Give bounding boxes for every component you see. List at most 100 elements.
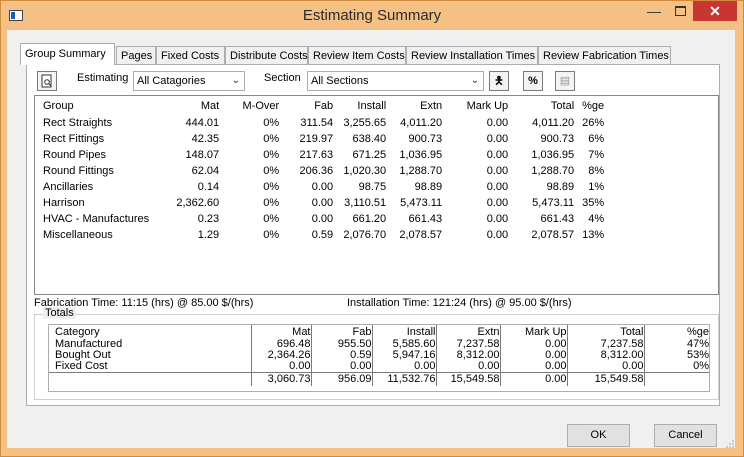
totals-sum-row: 3,060.73 956.09 11,532.76 15,549.58 0.00 15,5… bbox=[49, 372, 709, 386]
totals-value-cell: 15,549.58 bbox=[567, 372, 645, 386]
totals-value-cell bbox=[644, 372, 709, 386]
group-name-cell: Rect Fittings bbox=[43, 133, 105, 145]
percent-button[interactable]: % bbox=[523, 71, 543, 91]
group-value-cell: 35% bbox=[582, 197, 605, 209]
totals-value-cell: 0.00 bbox=[500, 372, 568, 386]
col-header-extn[interactable]: Extn bbox=[386, 96, 442, 115]
close-button[interactable]: ✕ bbox=[693, 1, 737, 21]
col-header-total[interactable]: Total bbox=[508, 96, 574, 115]
group-value-cell: 98.89 bbox=[546, 181, 575, 193]
table-row[interactable]: Rect Fittings 42.35 0% 219.97 638.40 900.73 0.… bbox=[35, 131, 604, 147]
group-value-cell: 0.00 bbox=[486, 149, 509, 161]
group-value-cell: 206.36 bbox=[299, 165, 334, 177]
group-value-cell: 6% bbox=[588, 133, 605, 145]
group-value-cell: 0.00 bbox=[311, 181, 334, 193]
tab-group-summary[interactable]: Group Summary bbox=[20, 43, 115, 65]
percent-icon: % bbox=[528, 75, 538, 87]
group-value-cell: 0.00 bbox=[486, 229, 509, 241]
tab-review-fabrication-times[interactable]: Review Fabrication Times bbox=[538, 46, 671, 64]
totals-header-mark-up: Mark Up bbox=[500, 325, 568, 339]
group-value-cell: 0% bbox=[263, 165, 280, 177]
group-value-cell: 0% bbox=[263, 117, 280, 129]
tab-pages[interactable]: Pages bbox=[116, 46, 156, 64]
group-value-cell: 444.01 bbox=[185, 117, 220, 129]
cancel-button[interactable]: Cancel bbox=[654, 424, 717, 447]
minimize-button[interactable]: — bbox=[641, 1, 667, 21]
table-row[interactable]: Ancillaries 0.14 0% 0.00 98.75 98.89 0.00 98.89… bbox=[35, 179, 604, 195]
group-name-cell: HVAC - Manufactures bbox=[43, 213, 150, 225]
group-name-cell: Rect Straights bbox=[43, 117, 113, 129]
group-value-cell: 217.63 bbox=[299, 149, 334, 161]
table-row[interactable]: Harrison 2,362.60 0% 0.00 3,110.51 5,473.11 0.… bbox=[35, 195, 604, 211]
group-value-cell: 1% bbox=[588, 181, 605, 193]
table-row[interactable]: Rect Straights 444.01 0% 311.54 3,255.65 4,01… bbox=[35, 115, 604, 131]
totals-header-category: Category bbox=[49, 325, 252, 339]
totals-value-cell: 956.09 bbox=[311, 372, 373, 386]
group-value-cell: 671.25 bbox=[352, 149, 387, 161]
col-header-percent[interactable]: %ge bbox=[574, 96, 604, 115]
col-header-mark-up[interactable]: Mark Up bbox=[442, 96, 509, 115]
group-value-cell: 62.04 bbox=[191, 165, 220, 177]
totals-value-cell: 0% bbox=[693, 360, 709, 372]
group-value-cell: 2,362.60 bbox=[176, 197, 220, 209]
group-value-cell: 0.14 bbox=[197, 181, 220, 193]
maximize-button[interactable] bbox=[667, 1, 693, 21]
totals-value-cell: 11,532.76 bbox=[372, 372, 437, 386]
table-row[interactable]: HVAC - Manufactures 0.23 0% 0.00 661.20 661.4… bbox=[35, 211, 604, 227]
section-label: Section bbox=[264, 72, 301, 84]
estimating-label: Estimating bbox=[77, 72, 129, 84]
table-row[interactable]: Miscellaneous 1.29 0% 0.59 2,076.70 2,078.57 0… bbox=[35, 227, 604, 243]
group-value-cell: 2,078.57 bbox=[399, 229, 443, 241]
group-name-cell: Miscellaneous bbox=[43, 229, 113, 241]
tab-review-installation-times[interactable]: Review Installation Times bbox=[406, 46, 538, 64]
group-value-cell: 0.23 bbox=[197, 213, 220, 225]
group-value-cell: 900.73 bbox=[540, 133, 575, 145]
group-value-cell: 2,076.70 bbox=[343, 229, 387, 241]
group-value-cell: 1,020.30 bbox=[343, 165, 387, 177]
resize-grip-icon[interactable] bbox=[726, 440, 734, 448]
group-value-cell: 1,036.95 bbox=[399, 149, 443, 161]
col-header-m-over[interactable]: M-Over bbox=[219, 96, 280, 115]
totals-category-cell bbox=[49, 372, 252, 386]
group-value-cell: 98.89 bbox=[414, 181, 443, 193]
tab-review-item-costs[interactable]: Review Item Costs bbox=[308, 46, 406, 64]
group-value-cell: 98.75 bbox=[358, 181, 387, 193]
group-value-cell: 0.00 bbox=[311, 197, 334, 209]
group-value-cell: 5,473.11 bbox=[532, 197, 575, 209]
group-value-cell: 148.07 bbox=[185, 149, 220, 161]
totals-value-cell: 0.00 bbox=[567, 361, 645, 373]
table-row[interactable]: Round Pipes 148.07 0% 217.63 671.25 1,036.95 0… bbox=[35, 147, 604, 163]
group-value-cell: 219.97 bbox=[299, 133, 334, 145]
totals-header: Category Mat Fab Install Extn Mark Up To… bbox=[49, 325, 709, 339]
totals-row: Fixed Cost 0.00 0.00 0.00 0.00 0.00 0.00 0% bbox=[49, 361, 709, 373]
totals-value-cell: 0.00 bbox=[500, 361, 568, 373]
group-value-cell: 0.00 bbox=[486, 181, 509, 193]
section-select[interactable]: All Sections ⌄ bbox=[307, 71, 484, 91]
group-value-cell: 1,288.70 bbox=[531, 165, 575, 177]
group-table-header: Group Mat M-Over Fab Install Extn Mark U… bbox=[35, 96, 604, 115]
installation-time-text: Installation Time: 121:24 (hrs) @ 95.00 … bbox=[347, 297, 572, 309]
group-value-cell: 0.59 bbox=[311, 229, 334, 241]
table-row[interactable]: Round Fittings 62.04 0% 206.36 1,020.30 1,288… bbox=[35, 163, 604, 179]
group-summary-grid[interactable]: Group Mat M-Over Fab Install Extn Mark U… bbox=[34, 95, 719, 295]
tab-fixed-costs[interactable]: Fixed Costs bbox=[156, 46, 225, 64]
title-bar[interactable]: Estimating Summary — ✕ bbox=[1, 1, 743, 31]
print-preview-button[interactable] bbox=[37, 71, 57, 91]
group-value-cell: 13% bbox=[582, 229, 605, 241]
estimating-select[interactable]: All Catagories ⌄ bbox=[133, 71, 245, 91]
col-header-install[interactable]: Install bbox=[333, 96, 386, 115]
ok-button[interactable]: OK bbox=[567, 424, 630, 447]
group-value-cell: 661.43 bbox=[540, 213, 575, 225]
group-value-cell: 2,078.57 bbox=[531, 229, 575, 241]
group-value-cell: 0% bbox=[263, 181, 280, 193]
group-value-cell: 8% bbox=[588, 165, 605, 177]
group-value-cell: 311.54 bbox=[300, 117, 334, 129]
tab-distribute-costs[interactable]: Distribute Costs bbox=[225, 46, 308, 64]
group-value-cell: 661.43 bbox=[408, 213, 443, 225]
col-header-group[interactable]: Group bbox=[35, 96, 149, 115]
person-tool-button[interactable]: 🯅 bbox=[489, 71, 509, 91]
col-header-mat[interactable]: Mat bbox=[149, 96, 219, 115]
totals-grid[interactable]: Category Mat Fab Install Extn Mark Up To… bbox=[48, 324, 710, 392]
export-button[interactable]: ▤ bbox=[555, 71, 575, 91]
col-header-fab[interactable]: Fab bbox=[279, 96, 333, 115]
